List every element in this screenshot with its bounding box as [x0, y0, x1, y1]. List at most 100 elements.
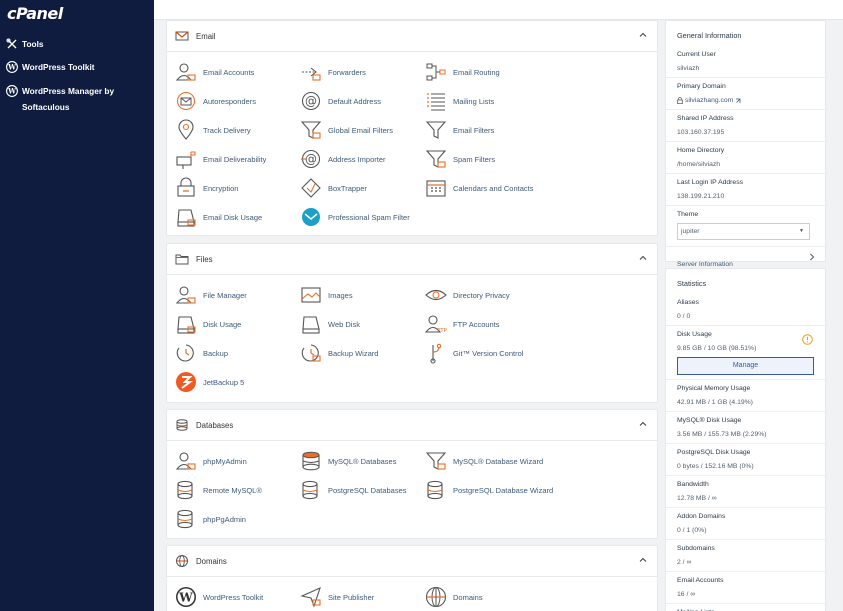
app-postgresql-databases[interactable]: PostgreSQL Databases — [300, 479, 407, 501]
caret-down-icon: ▼ — [799, 228, 804, 234]
app-label: Mailing Lists — [453, 96, 495, 106]
app-mysql-database-wizard[interactable]: MySQL® Database Wizard — [425, 450, 543, 472]
app-phpmyadmin[interactable]: phpMyAdmin — [175, 450, 247, 472]
app-directory-privacy[interactable]: Directory Privacy — [425, 284, 510, 306]
app-site-publisher[interactable]: Site Publisher — [300, 586, 374, 608]
manage-button[interactable]: Manage — [677, 357, 814, 375]
at-sign-icon: @ — [300, 90, 322, 112]
chevron-up-icon[interactable] — [638, 30, 648, 40]
stat-mailing-lists: Mailing Lists 0 / ∞ — [666, 603, 825, 611]
theme-select[interactable]: jupiter ▼ — [677, 223, 810, 240]
stat-aliases: Aliases 0 / 0 — [666, 294, 825, 325]
databases-panel: Databases phpMyAdmin MySQL® Databases MySQ… — [166, 409, 658, 539]
app-boxtrapper[interactable]: BoxTrapper — [300, 177, 367, 199]
panel-title: Statistics — [677, 279, 707, 288]
databases-panel-header[interactable]: Databases — [167, 410, 657, 441]
stat-mysql-disk-usage: MySQL® Disk Usage 3.56 MB / 155.73 MB (2… — [666, 411, 825, 443]
domains-panel-header[interactable]: Domains — [167, 546, 657, 577]
phpmyadmin-icon — [175, 450, 197, 472]
external-link-icon — [736, 98, 741, 103]
app-git-version-control[interactable]: Git™ Version Control — [425, 342, 523, 364]
chevron-up-icon[interactable] — [638, 253, 648, 263]
wordpress-icon: W — [6, 61, 18, 73]
app-backup[interactable]: Backup — [175, 342, 228, 364]
postgresql-icon — [300, 479, 322, 501]
app-professional-spam-filter[interactable]: Professional Spam Filter — [300, 206, 410, 228]
app-autoresponders[interactable]: Autoresponders — [175, 90, 256, 112]
app-postgresql-database-wizard[interactable]: PostgreSQL Database Wizard — [425, 479, 553, 501]
app-global-email-filters[interactable]: Global Email Filters — [300, 119, 393, 141]
globe-icon — [425, 586, 447, 608]
app-label: Domains — [453, 592, 483, 602]
postgresql-wizard-icon — [425, 479, 447, 501]
files-panel-header[interactable]: Files — [167, 244, 657, 275]
app-spam-filters[interactable]: Spam Filters — [425, 148, 495, 170]
sidebar-item-wordpress-toolkit[interactable]: W WordPress Toolkit — [6, 59, 95, 75]
app-encryption[interactable]: Encryption — [175, 177, 238, 199]
app-email-deliverability[interactable]: Email Deliverability — [175, 148, 266, 170]
mailing-lists-icon — [425, 90, 447, 112]
sidebar-item-tools[interactable]: Tools — [6, 36, 44, 52]
statistics-panel: Statistics Aliases 0 / 0 Disk Usage 9.85 … — [665, 268, 826, 611]
svg-text:W: W — [7, 63, 16, 72]
app-email-disk-usage[interactable]: Email Disk Usage — [175, 206, 262, 228]
file-manager-icon — [175, 284, 197, 306]
app-address-importer[interactable]: @ Address Importer — [300, 148, 386, 170]
address-importer-icon: @ — [300, 148, 322, 170]
lock-icon — [677, 97, 683, 104]
wordpress-icon: W — [6, 85, 18, 97]
chevron-up-icon[interactable] — [638, 555, 648, 565]
domains-panel: Domains W WordPress Toolkit Site Publisher… — [166, 545, 658, 611]
site-publisher-icon — [300, 586, 322, 608]
app-phppgadmin[interactable]: phpPgAdmin — [175, 508, 246, 530]
stat-disk-usage: Disk Usage 9.85 GB / 10 GB (98.51%) Manag… — [666, 325, 825, 379]
app-calendars-and-contacts[interactable]: Calendars and Contacts — [425, 177, 533, 199]
app-label: Email Routing — [453, 67, 500, 77]
cpanel-logo[interactable]: cPanel — [7, 4, 63, 23]
stat-value: 2 / ∞ — [677, 559, 692, 566]
app-email-accounts[interactable]: Email Accounts — [175, 61, 254, 83]
info-label: Current User — [677, 51, 716, 58]
app-email-routing[interactable]: Email Routing — [425, 61, 500, 83]
app-label: Git™ Version Control — [453, 348, 524, 358]
app-track-delivery[interactable]: Track Delivery — [175, 119, 251, 141]
app-backup-wizard[interactable]: Backup Wizard — [300, 342, 378, 364]
app-label: Images — [328, 290, 353, 300]
disk-usage-icon — [175, 313, 197, 335]
app-label: Calendars and Contacts — [453, 183, 534, 193]
app-default-address[interactable]: @ Default Address — [300, 90, 381, 112]
primary-domain-link[interactable]: silviazhang.com — [677, 96, 814, 105]
app-domains[interactable]: Domains — [425, 586, 483, 608]
app-mailing-lists[interactable]: Mailing Lists — [425, 90, 494, 112]
sidebar-item-label: WordPress Toolkit — [22, 62, 95, 72]
stat-label: Bandwidth — [677, 481, 709, 488]
app-web-disk[interactable]: Web Disk — [300, 313, 360, 335]
email-routing-icon — [425, 61, 447, 83]
app-mysql-databases[interactable]: MySQL® Databases — [300, 450, 396, 472]
email-panel-header[interactable]: Email — [167, 21, 657, 52]
info-label: Theme — [677, 211, 699, 218]
app-file-manager[interactable]: File Manager — [175, 284, 247, 306]
app-email-filters[interactable]: Email Filters — [425, 119, 494, 141]
app-remote-mysql[interactable]: Remote MySQL® — [175, 479, 262, 501]
app-ftp-accounts[interactable]: FTP FTP Accounts — [424, 313, 500, 335]
app-images[interactable]: Images — [300, 284, 353, 306]
chevron-right-icon — [810, 253, 815, 261]
app-jetbackup-5[interactable]: JetBackup 5 — [175, 371, 244, 393]
sidebar-item-label: WordPress Manager by Softaculous — [22, 86, 115, 112]
envelope-icon — [175, 31, 189, 41]
stat-label: Email Accounts — [677, 577, 724, 584]
database-icon — [176, 419, 188, 431]
app-disk-usage[interactable]: Disk Usage — [175, 313, 241, 335]
app-label: Global Email Filters — [328, 125, 394, 135]
app-forwarders[interactable]: Forwarders — [300, 61, 366, 83]
chevron-up-icon[interactable] — [638, 419, 648, 429]
sidebar-item-wordpress-manager[interactable]: W WordPress Manager by Softaculous — [6, 83, 126, 115]
app-wordpress-toolkit[interactable]: W WordPress Toolkit — [175, 586, 263, 608]
stat-value: 16 / ∞ — [677, 591, 696, 598]
app-label: Forwarders — [328, 67, 366, 77]
panel-title: General Information — [677, 31, 742, 40]
app-label: Autoresponders — [203, 96, 256, 106]
theme-row: Theme jupiter ▼ — [666, 205, 825, 246]
app-label: Professional Spam Filter — [328, 212, 410, 222]
